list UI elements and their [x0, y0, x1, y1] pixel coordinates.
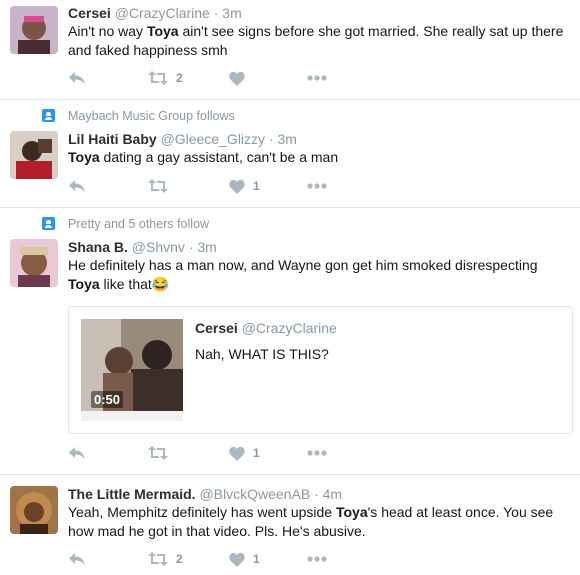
reply-button[interactable] [68, 176, 86, 196]
timestamp[interactable]: 3m [222, 5, 241, 21]
like-icon [229, 179, 245, 194]
retweet-count: 2 [176, 552, 183, 566]
display-name[interactable]: Cersei [68, 5, 111, 21]
retweet-icon [148, 446, 168, 460]
more-icon [307, 450, 327, 456]
follow-context: Pretty and 5 others follow [42, 216, 209, 232]
display-name[interactable]: Shana B. [68, 239, 128, 255]
separator-dot: · [213, 5, 219, 21]
retweet-icon [148, 552, 168, 566]
more-icon [307, 75, 327, 81]
reply-icon [69, 447, 85, 459]
separator-dot: · [268, 131, 274, 147]
separator-dot: · [314, 486, 319, 502]
like-icon [229, 552, 245, 567]
avatar[interactable] [10, 239, 58, 287]
display-name[interactable]: Lil Haiti Baby [68, 131, 157, 147]
video-duration: 0:50 [91, 391, 124, 408]
reply-icon [69, 180, 85, 192]
retweet-count: 2 [176, 71, 183, 85]
tweet-text: He definitely has a man now, and Wayne g… [68, 257, 538, 292]
timestamp[interactable]: 3m [278, 131, 297, 147]
more-button[interactable] [307, 176, 327, 196]
retweet-button[interactable] [148, 176, 176, 196]
more-button[interactable] [307, 549, 327, 569]
like-count: 1 [253, 552, 260, 566]
follow-context-text: Pretty and 5 others follow [68, 217, 210, 231]
avatar[interactable] [10, 6, 58, 54]
retweet-icon [148, 71, 168, 85]
retweet-button[interactable]: 2 [148, 549, 183, 569]
timestamp[interactable]: 3m [197, 239, 216, 255]
user-handle[interactable]: @CrazyClarine [115, 5, 210, 21]
timestamp[interactable]: 4m [323, 486, 342, 502]
follow-context: Maybach Music Group follows [42, 108, 235, 124]
avatar[interactable] [10, 486, 58, 534]
user-handle[interactable]: @Gleece_Glizzy [161, 131, 265, 147]
quoted-tweet-text: Nah, WHAT IS THIS? [195, 346, 329, 362]
follow-context-icon [42, 217, 55, 230]
like-button[interactable] [229, 68, 253, 88]
quoted-tweet[interactable]: 0:50 Cersei @CrazyClarine Nah, WHAT IS T… [68, 306, 573, 434]
follow-context-text: Maybach Music Group follows [68, 109, 235, 123]
retweet-button[interactable] [148, 443, 176, 463]
user-handle[interactable]: @BlvckQweenAB [199, 486, 310, 502]
like-button[interactable]: 1 [229, 176, 260, 196]
reply-icon [69, 72, 85, 84]
quoted-display-name[interactable]: Cersei [195, 320, 238, 336]
reply-button[interactable] [68, 68, 86, 88]
like-button[interactable]: 1 [229, 549, 260, 569]
tweet[interactable]: The Little Mermaid. @BlvckQweenAB · 4m Y… [0, 475, 580, 575]
avatar[interactable] [10, 131, 58, 179]
like-button[interactable]: 1 [229, 443, 260, 463]
retweet-button[interactable]: 2 [148, 68, 183, 88]
video-thumbnail[interactable]: 0:50 [81, 319, 183, 421]
like-icon [229, 446, 245, 461]
reply-button[interactable] [68, 443, 86, 463]
tweet[interactable]: Pretty and 5 others follow Shana B. @Shv… [0, 208, 580, 475]
like-count: 1 [253, 179, 260, 193]
user-handle[interactable]: @Shvnv [132, 239, 185, 255]
display-name[interactable]: The Little Mermaid. [68, 486, 196, 502]
reply-icon [69, 553, 85, 565]
tweet-text: Ain't no way Toya ain't see signs before… [68, 23, 564, 58]
quoted-user-handle[interactable]: @CrazyClarine [242, 320, 337, 336]
more-icon [307, 556, 327, 562]
follow-context-icon [42, 109, 55, 122]
reply-button[interactable] [68, 549, 86, 569]
like-icon [229, 71, 245, 86]
tweet-text: Toya dating a gay assistant, can't be a … [68, 149, 339, 165]
tweet-text: Yeah, Memphitz definitely has went upsid… [68, 504, 554, 539]
more-button[interactable] [307, 443, 327, 463]
more-button[interactable] [307, 68, 327, 88]
retweet-icon [148, 179, 168, 193]
tweet[interactable]: Cersei @CrazyClarine · 3m Ain't no way T… [0, 0, 580, 100]
separator-dot: · [188, 239, 194, 255]
like-count: 1 [253, 446, 260, 460]
more-icon [307, 183, 327, 189]
tweet[interactable]: Maybach Music Group follows Lil Haiti Ba… [0, 100, 580, 208]
